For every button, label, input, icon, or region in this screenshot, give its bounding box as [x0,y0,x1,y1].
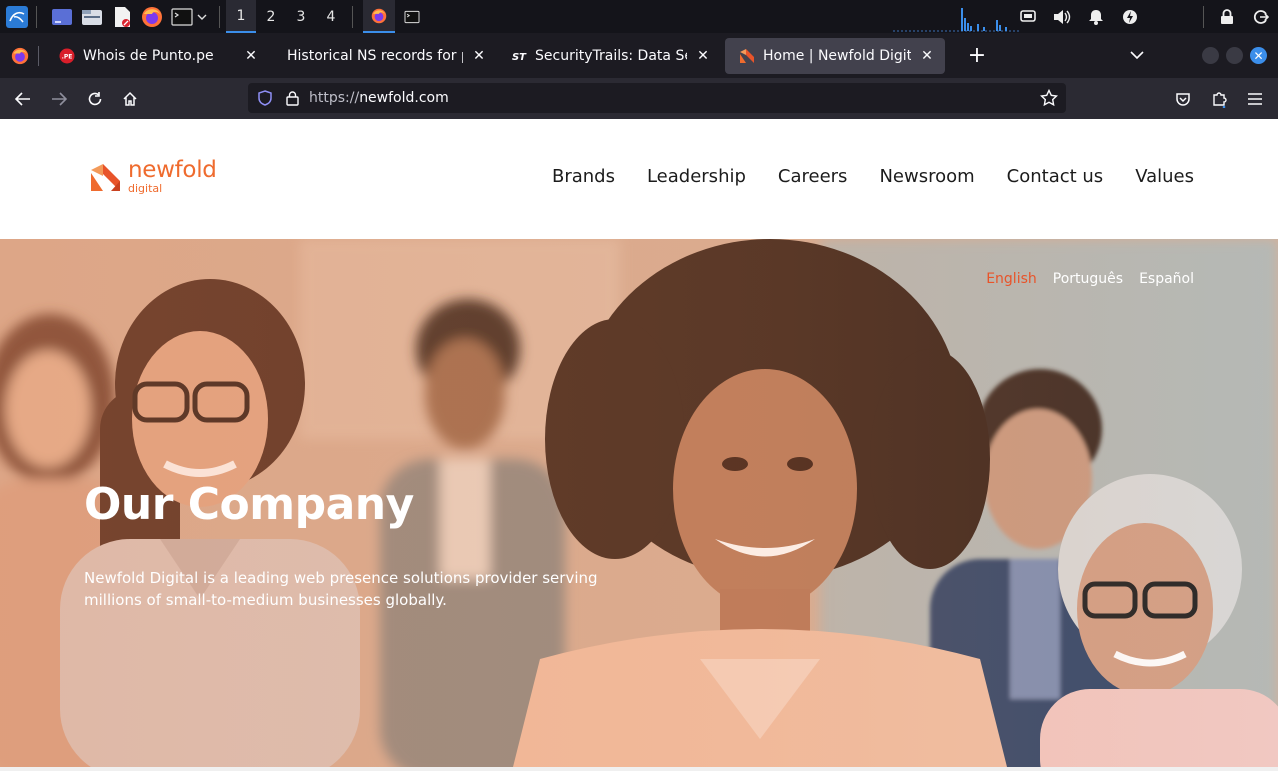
taskbar-separator [36,5,37,28]
close-icon[interactable]: ✕ [469,46,489,66]
hero-description: Newfold Digital is a leading web presenc… [84,569,598,609]
close-icon[interactable]: ✕ [693,46,713,66]
tracking-protection-shield-icon[interactable] [257,90,273,106]
firefox-icon [371,8,387,23]
firefox-view-button[interactable] [2,38,38,74]
home-button[interactable] [117,86,143,112]
file-manager-icon[interactable] [81,6,103,28]
new-tab-button[interactable]: + [961,40,993,72]
forward-button[interactable] [46,86,72,112]
arrow-left-icon [15,92,30,106]
taskbar-separator [352,5,353,28]
taskbar-firefox-window[interactable] [363,0,395,33]
kali-menu-icon[interactable] [4,5,30,28]
tab-separator [38,45,39,66]
nav-link-brands[interactable]: Brands [552,166,615,187]
close-icon[interactable]: ✕ [917,46,937,66]
workspace-4[interactable]: 4 [316,0,346,33]
tab-label: Whois de Punto.pe [83,47,214,64]
terminal-icon[interactable] [171,6,193,28]
workspace-3[interactable]: 3 [286,0,316,33]
site-header: newfold digital Brands Leadership Career… [0,119,1278,239]
bookmark-star-icon[interactable] [1040,89,1058,107]
chevron-down-icon[interactable] [195,0,209,33]
nav-link-newsroom[interactable]: Newsroom [879,166,974,187]
os-taskbar: 1 2 3 4 [0,0,1278,33]
language-portuguese[interactable]: Português [1053,271,1123,287]
desktop-icon[interactable] [51,6,73,28]
language-switcher: English Português Español [986,271,1194,287]
home-icon [123,91,137,106]
workspace-2[interactable]: 2 [256,0,286,33]
language-english[interactable]: English [986,271,1037,287]
close-icon[interactable]: ✕ [241,46,261,66]
window-close-button[interactable]: ✕ [1250,47,1267,64]
puzzle-icon [1213,92,1227,108]
extensions-button[interactable] [1206,86,1232,112]
chevron-down-icon [1130,51,1144,59]
arrow-right-icon [52,92,67,106]
logo-subtitle: digital [128,182,163,195]
securitytrails-icon: ST [511,48,527,64]
pocket-button[interactable] [1170,86,1196,112]
tab-securitytrails[interactable]: ST SecurityTrails: Data Security ✕ [497,38,721,74]
nav-link-contact-us[interactable]: Contact us [1007,166,1104,187]
web-page-viewport: newfold digital Brands Leadership Career… [0,119,1278,771]
browser-tab-strip: .PE Whois de Punto.pe ✕ Historical NS re… [0,33,1278,78]
url-protocol: https:// [309,90,360,106]
url-host: newfold.com [359,90,449,106]
hero-section: English Português Español Our Company Ne… [0,239,1278,767]
taskbar-separator [219,5,220,28]
language-spanish[interactable]: Español [1139,271,1194,287]
newfold-logo-icon [91,163,120,191]
firefox-icon [11,47,29,64]
newfold-logo[interactable]: newfold digital [90,159,217,194]
power-manager-icon[interactable] [1113,0,1147,33]
back-button[interactable] [10,86,36,112]
logo-wordmark: newfold [128,157,217,183]
cpu-monitor-graph [893,8,1021,32]
reload-icon [88,92,102,106]
pocket-icon [1176,93,1190,106]
minimize-button[interactable] [1202,47,1219,64]
tab-label: Home | Newfold Digital [763,47,911,64]
reload-button[interactable] [82,86,108,112]
text-editor-icon[interactable] [111,6,133,28]
tab-newfold-digital[interactable]: Home | Newfold Digital ✕ [725,37,945,74]
nav-link-values[interactable]: Values [1135,166,1194,187]
tab-label: Historical NS records for peru [287,47,463,64]
url-text[interactable]: https://newfold.com [309,90,449,106]
firefox-icon[interactable] [141,6,163,28]
site-main-nav: Brands Leadership Careers Newsroom Conta… [552,166,1194,187]
bell-icon[interactable] [1079,0,1113,33]
taskbar-separator [1203,5,1204,28]
svg-text:ST: ST [512,52,527,63]
tab-whois-punto-pe[interactable]: .PE Whois de Punto.pe ✕ [45,38,269,74]
maximize-button[interactable] [1226,47,1243,64]
punto-pe-icon: .PE [59,48,75,64]
nav-link-leadership[interactable]: Leadership [647,166,746,187]
close-icon: ✕ [1253,48,1264,63]
logout-icon[interactable] [1244,0,1278,33]
lock-icon[interactable] [1210,0,1244,33]
hero-title: Our Company [84,479,414,530]
plus-icon: + [967,43,987,68]
terminal-icon [404,10,420,23]
taskbar-terminal-window[interactable] [401,6,423,28]
display-icon[interactable] [1011,0,1045,33]
hamburger-menu-icon [1248,93,1262,105]
svg-text:.PE: .PE [62,53,73,60]
workspace-1[interactable]: 1 [226,0,256,33]
nav-link-careers[interactable]: Careers [778,166,848,187]
volume-icon[interactable] [1045,0,1079,33]
lock-icon[interactable] [286,90,299,106]
page-bottom-edge [0,767,1278,771]
newfold-icon [739,48,755,64]
tab-label: SecurityTrails: Data Security [535,47,687,64]
app-menu-button[interactable] [1242,86,1268,112]
tab-historical-ns-records[interactable]: Historical NS records for peru ✕ [273,38,497,74]
list-all-tabs-button[interactable] [1126,44,1148,66]
url-bar[interactable]: https://newfold.com [248,83,1066,113]
